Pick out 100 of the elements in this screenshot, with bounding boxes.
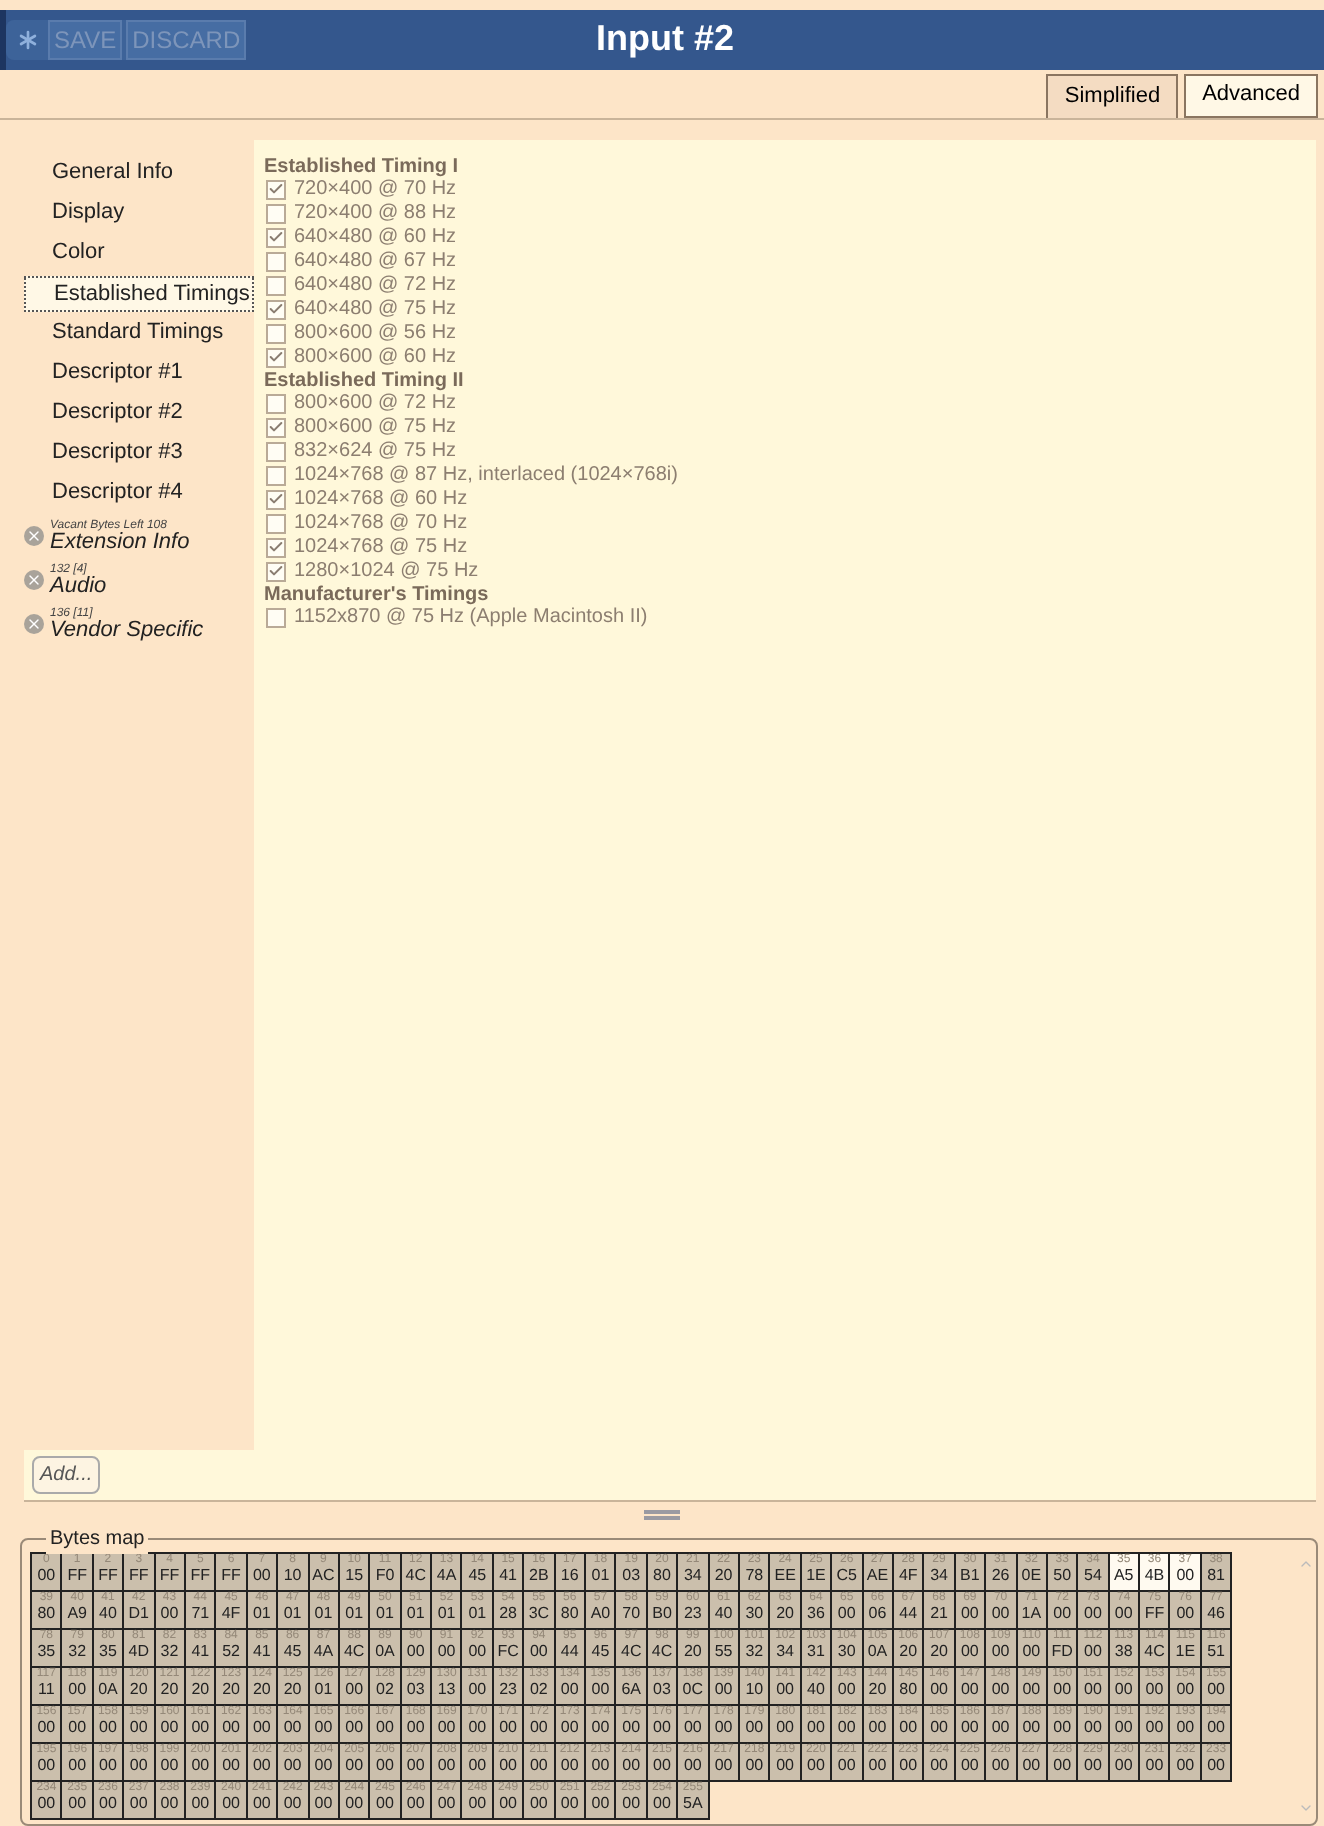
byte-value: 00 [99,1720,117,1736]
byte-value: 6A [621,1682,642,1698]
byte-value: FF [159,1568,180,1584]
byte-value: 01 [345,1606,364,1622]
byte-value: 00 [437,1720,456,1736]
byte-value: 00 [837,1682,856,1698]
byte-value: 00 [529,1796,548,1812]
byte-value: 00 [283,1758,302,1774]
checkbox[interactable] [266,251,286,272]
byte-value: 00 [1114,1758,1133,1774]
byte-value: 00 [1053,1606,1072,1622]
byte-value: 00 [591,1758,610,1774]
byte-value: 2B [529,1568,549,1584]
sidebar-item[interactable]: General Info [24,155,254,192]
byte-value: 00 [37,1796,56,1812]
byte-value: 00 [499,1720,517,1736]
byte-value: 00 [653,1758,671,1774]
byte-value: 01 [468,1606,487,1622]
byte-value: 00 [560,1720,579,1736]
byte-value: 00 [714,1758,733,1774]
panel-title: Bytes map [46,1524,149,1554]
sidebar-item[interactable]: Descriptor #2 [24,395,254,432]
byte-value: 70 [622,1606,641,1622]
byte-value: 4C [405,1568,426,1584]
sidebar-item[interactable]: Standard Timings [24,315,254,352]
byte-value: 41 [499,1568,517,1584]
checkbox[interactable] [266,537,286,558]
byte-value: 78 [745,1568,764,1584]
sidebar-item[interactable]: Color [24,235,254,272]
remove-button[interactable] [24,570,44,591]
scroll-up-icon[interactable] [1298,1556,1314,1572]
checkbox[interactable] [266,203,286,224]
byte-value: 4C [651,1644,673,1660]
checkbox[interactable] [266,465,286,486]
byte-value: 00 [129,1720,148,1736]
remove-button[interactable] [24,526,44,547]
byte-value: 00 [314,1796,333,1812]
mode-tab[interactable]: Advanced [1184,73,1318,118]
checkbox[interactable] [266,489,286,510]
byte-value: 00 [437,1796,456,1812]
checkbox[interactable] [266,607,286,628]
byte-value: 0A [375,1644,395,1660]
byte-value: AC [312,1568,335,1584]
byte-value: 00 [1053,1720,1072,1736]
byte-value: 00 [129,1796,148,1812]
byte-value: 4D [128,1644,149,1660]
byte-value: 80 [899,1682,918,1698]
byte-value: 13 [437,1682,456,1698]
checkbox[interactable] [266,275,286,296]
byte-value: A0 [590,1606,611,1622]
byte-value: 00 [991,1682,1010,1698]
mode-tab[interactable]: Simplified [1046,73,1179,118]
byte-value: 20 [129,1682,148,1698]
byte-value: 00 [160,1720,179,1736]
byte-value: 00 [714,1682,733,1698]
timing-label: 720×400 @ 88 Hz [294,200,457,227]
checkbox[interactable] [266,299,286,320]
byte-value: 00 [807,1758,825,1774]
byte-value: FF [190,1568,211,1584]
byte-value: 00 [129,1758,148,1774]
byte-value: 00 [68,1758,87,1774]
byte-value: 00 [529,1644,548,1660]
byte-value: 00 [991,1606,1010,1622]
byte-value: 23 [499,1682,517,1698]
checkbox[interactable] [266,347,286,368]
remove-button[interactable] [24,614,44,635]
sidebar-item[interactable]: Established Timings [24,275,254,312]
byte-value: 00 [899,1758,918,1774]
byte-value: 00 [1114,1606,1133,1622]
byte-value: 00 [960,1758,979,1774]
sidebar-item[interactable]: Descriptor #4 [24,475,254,512]
splitter-handle[interactable] [644,1509,680,1520]
checkbox[interactable] [266,417,286,438]
checkbox[interactable] [266,393,286,414]
checkbox[interactable] [266,179,286,200]
checkbox[interactable] [266,513,286,534]
scroll-down-icon[interactable] [1298,1800,1314,1816]
checkbox[interactable] [266,561,286,582]
byte-value: 00 [437,1758,456,1774]
byte-value: 30 [745,1606,764,1622]
byte-value: 36 [807,1606,825,1622]
sidebar-item[interactable]: Descriptor #3 [24,435,254,472]
checkbox[interactable] [266,441,286,462]
byte-value: 0E [1021,1568,1042,1584]
timing-label: 800×600 @ 75 Hz [294,414,457,441]
byte-value: 1E [806,1568,826,1584]
byte-value: 45 [283,1644,302,1660]
byte-value: 00 [499,1796,517,1812]
byte-value: 00 [437,1644,456,1660]
add-button[interactable]: Add... [32,1456,101,1495]
byte-value: 00 [1022,1682,1041,1698]
checkbox[interactable] [266,227,286,248]
sidebar-item[interactable]: Descriptor #1 [24,355,254,392]
byte-value: 00 [468,1758,487,1774]
byte-value: 00 [991,1758,1010,1774]
timing-label: 720×400 @ 70 Hz [294,177,457,203]
byte-value: 01 [283,1606,302,1622]
sidebar-item[interactable]: Display [24,195,254,232]
checkbox[interactable] [266,323,286,344]
byte-value: 32 [160,1644,179,1660]
